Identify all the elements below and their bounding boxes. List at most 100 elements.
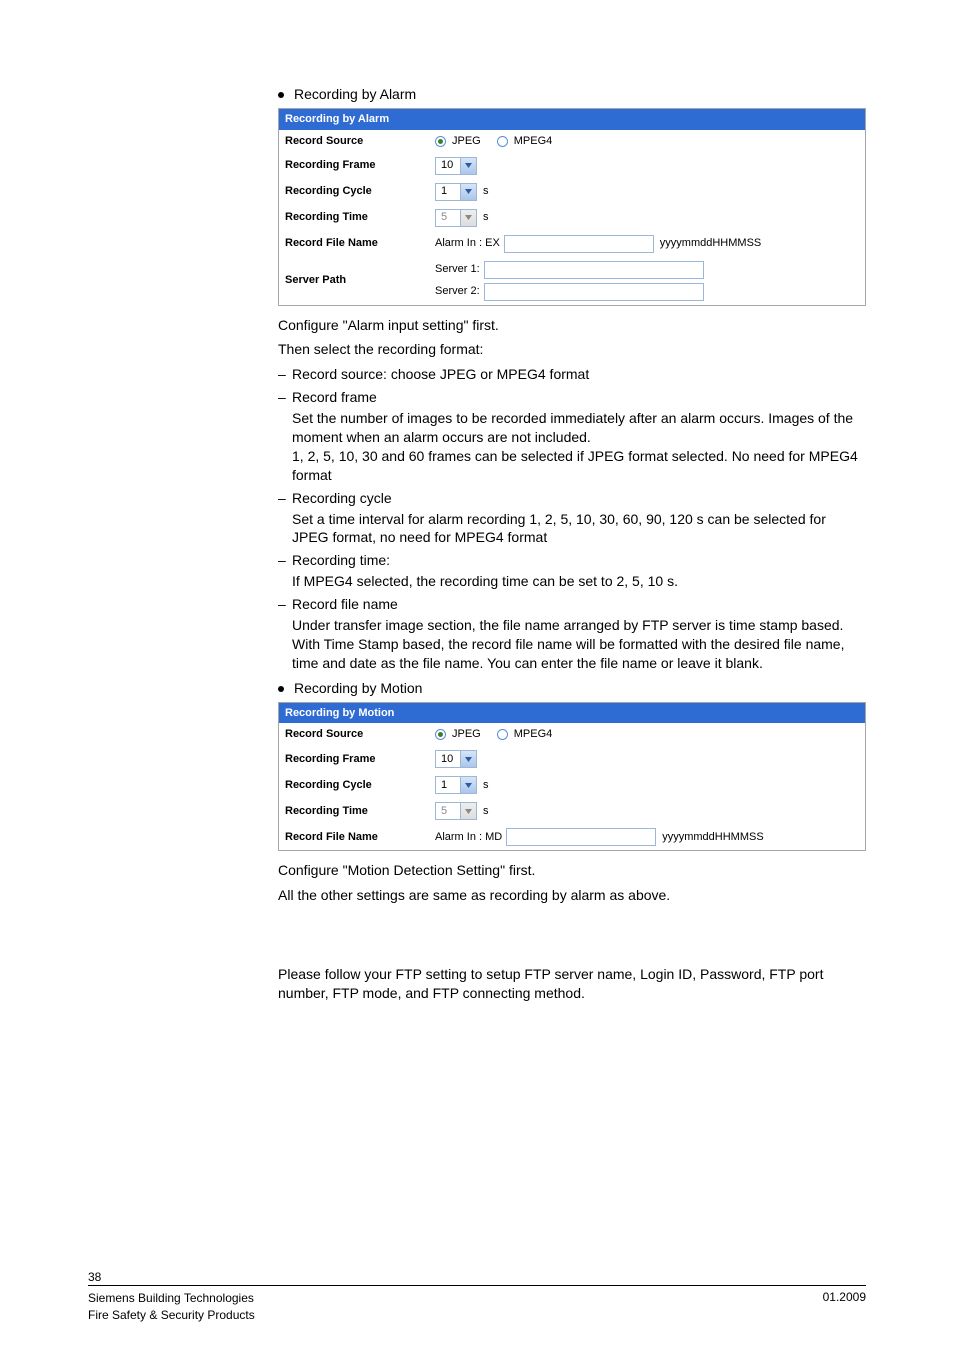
list-item: – Record file name Under transfer image … [278,595,866,673]
dash-icon: – [278,595,292,673]
radio-mpeg4-label: MPEG4 [514,134,553,149]
alarm-text-p1: Configure "Alarm input setting" first. [278,316,866,335]
label-recording-cycle: Recording Cycle [285,184,435,199]
list-item: – Recording time: If MPEG4 selected, the… [278,551,866,591]
row-server-path: Server Path Server 1: Server 2: [279,257,865,305]
bullet-text: Recording by Motion [294,679,422,698]
dash-icon: – [278,365,292,384]
dash-icon: – [278,388,292,484]
label-recording-time: Recording Time [285,210,435,225]
select-recording-time: 5 [435,209,477,227]
label-record-file-name: Record File Name [285,236,435,251]
server2-label: Server 2: [435,284,480,299]
radio-jpeg[interactable] [435,729,446,740]
list-item: – Record frame Set the number of images … [278,388,866,484]
label-server-path: Server Path [285,273,435,288]
panel-recording-by-motion: Recording by Motion Record Source JPEG M… [278,702,866,852]
select-recording-frame[interactable]: 10 [435,750,477,768]
footer-left-line2: Fire Safety & Security Products [88,1307,255,1324]
label-recording-time: Recording Time [285,804,435,819]
alarm-dash-list: – Record source: choose JPEG or MPEG4 fo… [278,365,866,672]
filename-prefix: Alarm In : MD [435,830,502,845]
chevron-down-icon [460,751,476,767]
panel-header: Recording by Alarm [279,109,865,130]
radio-mpeg4[interactable] [497,729,508,740]
chevron-down-icon [460,184,476,200]
label-recording-frame: Recording Frame [285,158,435,173]
alarm-text-p2: Then select the recording format: [278,340,866,359]
item-title: Recording time: [292,551,866,570]
panel-header: Recording by Motion [279,703,865,724]
list-item: – Record source: choose JPEG or MPEG4 fo… [278,365,866,384]
row-record-file-name: Record File Name Alarm In : MD yyyymmddH… [279,824,865,850]
row-recording-frame: Recording Frame 10 [279,746,865,772]
select-value: 5 [436,804,460,819]
list-item: – Recording cycle Set a time interval fo… [278,489,866,548]
panel-recording-by-alarm: Recording by Alarm Record Source JPEG MP… [278,108,866,306]
row-record-source: Record Source JPEG MPEG4 [279,130,865,153]
dash-icon: – [278,551,292,591]
select-value: 1 [436,184,460,199]
unit: s [483,210,489,225]
select-recording-cycle[interactable]: 1 [435,776,477,794]
label-record-source: Record Source [285,134,435,149]
select-value: 10 [436,158,460,173]
select-value: 5 [436,210,460,225]
server2-input[interactable] [484,283,704,301]
row-record-file-name: Record File Name Alarm In : EX yyyymmddH… [279,231,865,257]
bullet-text: Recording by Alarm [294,85,416,104]
bullet-icon [278,92,284,98]
label-record-file-name: Record File Name [285,830,435,845]
item-body: Set the number of images to be recorded … [292,409,866,485]
page-number: 38 [88,1270,101,1284]
motion-text-p1: Configure "Motion Detection Setting" fir… [278,861,866,880]
filename-input[interactable] [506,828,656,846]
unit: s [483,804,489,819]
chevron-down-icon [460,777,476,793]
unit: s [483,778,489,793]
label-recording-cycle: Recording Cycle [285,778,435,793]
unit: s [483,184,489,199]
row-recording-cycle: Recording Cycle 1 s [279,179,865,205]
server1-label: Server 1: [435,262,480,277]
chevron-down-icon [460,210,476,226]
radio-mpeg4-label: MPEG4 [514,727,553,742]
footer-right: 01.2009 [823,1290,866,1304]
footer-left-line1: Siemens Building Technologies [88,1290,255,1307]
select-recording-frame[interactable]: 10 [435,157,477,175]
radio-jpeg-label: JPEG [452,727,481,742]
radio-jpeg[interactable] [435,136,446,147]
label-record-source: Record Source [285,727,435,742]
page-footer: Siemens Building Technologies Fire Safet… [0,1285,954,1324]
server1-input[interactable] [484,261,704,279]
select-recording-cycle[interactable]: 1 [435,183,477,201]
filename-prefix: Alarm In : EX [435,236,500,251]
motion-text-p2: All the other settings are same as recor… [278,886,866,905]
label-recording-frame: Recording Frame [285,752,435,767]
bullet-icon [278,686,284,692]
row-recording-cycle: Recording Cycle 1 s [279,772,865,798]
row-record-source: Record Source JPEG MPEG4 [279,723,865,746]
chevron-down-icon [460,158,476,174]
dash-icon: – [278,489,292,548]
row-recording-time: Recording Time 5 s [279,205,865,231]
filename-suffix: yyyymmddHHMMSS [662,830,763,845]
bullet-recording-by-motion: Recording by Motion [278,679,866,698]
item-body: Set a time interval for alarm recording … [292,510,866,548]
item-title: Record source: choose JPEG or MPEG4 form… [292,365,866,384]
radio-mpeg4[interactable] [497,136,508,147]
filename-suffix: yyyymmddHHMMSS [660,236,761,251]
item-title: Recording cycle [292,489,866,508]
footer-divider [88,1285,866,1286]
select-value: 1 [436,778,460,793]
item-body: Under transfer image section, the file n… [292,616,866,673]
select-recording-time: 5 [435,802,477,820]
row-recording-time: Recording Time 5 s [279,798,865,824]
ftp-text: Please follow your FTP setting to setup … [278,965,866,1003]
filename-input[interactable] [504,235,654,253]
radio-jpeg-label: JPEG [452,134,481,149]
item-body: If MPEG4 selected, the recording time ca… [292,572,866,591]
chevron-down-icon [460,803,476,819]
row-recording-frame: Recording Frame 10 [279,153,865,179]
item-title: Record file name [292,595,866,614]
